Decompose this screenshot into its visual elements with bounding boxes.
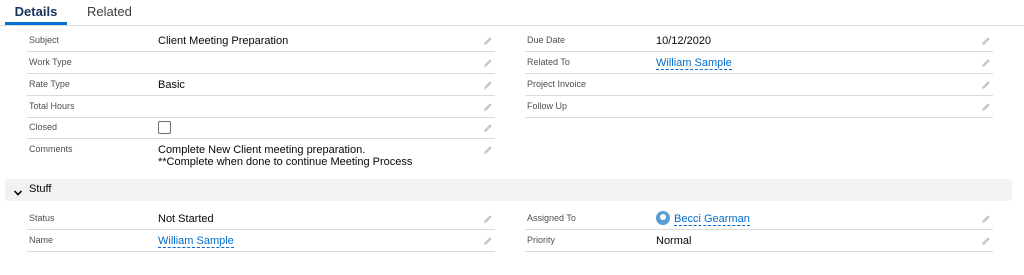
section-title: Stuff	[29, 183, 52, 195]
pencil-icon[interactable]	[483, 36, 493, 46]
field-follow-up: Follow Up	[525, 97, 993, 118]
field-project-invoice: Project Invoice	[525, 75, 993, 96]
field-label: Rate Type	[29, 79, 70, 89]
name-link[interactable]: William Sample	[158, 235, 234, 248]
pencil-icon[interactable]	[483, 236, 493, 246]
field-total-hours: Total Hours	[27, 97, 495, 118]
field-label: Project Invoice	[527, 79, 587, 89]
pencil-icon[interactable]	[981, 102, 991, 112]
comments-line-2: **Complete when done to continue Meeting…	[158, 156, 413, 168]
field-label: Assigned To	[527, 213, 576, 223]
field-work-type: Work Type	[27, 53, 495, 74]
field-closed: Closed	[27, 118, 495, 139]
comments-line-1: Complete New Client meeting preparation.	[158, 144, 366, 156]
field-priority: Priority Normal	[525, 231, 993, 252]
pencil-icon[interactable]	[483, 214, 493, 224]
field-name: Name William Sample	[27, 231, 495, 252]
field-label: Priority	[527, 235, 556, 245]
field-status: Status Not Started	[27, 209, 495, 230]
pencil-icon[interactable]	[981, 58, 991, 68]
pencil-icon[interactable]	[483, 102, 493, 112]
related-to-link[interactable]: William Sample	[656, 57, 732, 70]
pencil-icon[interactable]	[981, 80, 991, 90]
pencil-icon[interactable]	[483, 58, 493, 68]
assigned-to-link[interactable]: Becci Gearman	[674, 213, 750, 226]
field-label: Follow Up	[527, 101, 568, 111]
field-value: Not Started	[158, 213, 214, 225]
field-label: Work Type	[29, 57, 72, 67]
field-assigned-to: Assigned To Becci Gearman	[525, 209, 993, 230]
field-value: 10/12/2020	[656, 35, 712, 47]
pencil-icon[interactable]	[483, 145, 493, 155]
field-subject: Subject Client Meeting Preparation	[27, 31, 495, 52]
pencil-icon[interactable]	[981, 236, 991, 246]
user-avatar-icon	[656, 211, 670, 225]
field-label: Total Hours	[29, 101, 75, 111]
field-label: Closed	[29, 122, 58, 132]
field-label: Status	[29, 213, 55, 223]
field-rate-type: Rate Type Basic	[27, 75, 495, 96]
field-value: Client Meeting Preparation	[158, 35, 289, 47]
pencil-icon[interactable]	[981, 214, 991, 224]
pencil-icon[interactable]	[981, 36, 991, 46]
field-value: Basic	[158, 79, 185, 91]
field-label: Comments	[29, 144, 73, 154]
section-toggle-stuff[interactable]: Stuff	[5, 179, 1012, 201]
field-label: Subject	[29, 35, 60, 45]
closed-checkbox[interactable]	[158, 121, 171, 134]
chevron-down-icon	[13, 185, 23, 196]
pencil-icon[interactable]	[483, 123, 493, 133]
field-value: Normal	[656, 235, 692, 247]
field-label: Due Date	[527, 35, 566, 45]
tab-related[interactable]: Related	[87, 0, 132, 25]
tab-details[interactable]: Details	[5, 0, 67, 25]
field-label: Name	[29, 235, 54, 245]
pencil-icon[interactable]	[483, 80, 493, 90]
field-value: Complete New Client meeting preparation.…	[158, 144, 412, 168]
field-comments: Comments Complete New Client meeting pre…	[27, 140, 495, 181]
field-due-date: Due Date 10/12/2020	[525, 31, 993, 52]
record-tabs: Details Related	[0, 0, 1024, 26]
field-related-to: Related To William Sample	[525, 53, 993, 74]
field-label: Related To	[527, 57, 570, 67]
